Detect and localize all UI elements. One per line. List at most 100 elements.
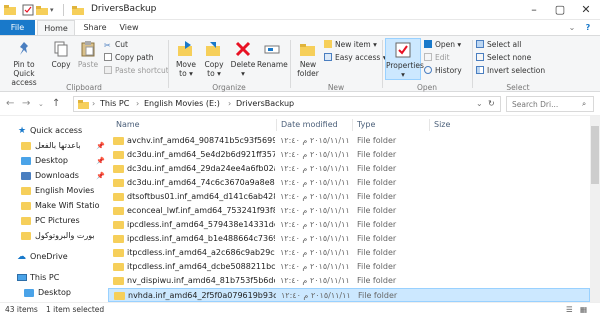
desktop-icon — [24, 289, 34, 297]
delete-button[interactable]: Delete ▾ — [230, 40, 256, 78]
nav-item-make-wifi-station[interactable]: Make Wifi Statio — [0, 199, 105, 213]
tab-home[interactable]: Home — [37, 20, 75, 35]
select-all-button[interactable]: Select all — [476, 40, 521, 50]
nav-item-this-pc-desktop[interactable]: Desktop — [0, 286, 105, 300]
history-button[interactable]: History — [424, 66, 462, 76]
nav-item-downloads[interactable]: Downloads 📌 — [0, 169, 105, 183]
file-type: File folder — [358, 291, 398, 300]
breadcrumb-current-folder[interactable]: DriversBackup — [236, 99, 294, 108]
delete-icon — [235, 41, 251, 57]
nav-item-this-pc[interactable]: This PC — [0, 271, 105, 285]
quick-access-dropdown-icon[interactable]: ▾ — [50, 3, 62, 17]
table-row[interactable]: dc3du.inf_amd64_5e4d2b6d921ff357 ٢٠١٥/١١/… — [108, 148, 590, 162]
nav-item-onedrive[interactable]: ☁ OneDrive — [0, 250, 105, 264]
open-button[interactable]: Open ▾ — [424, 40, 461, 50]
file-type: File folder — [357, 136, 397, 145]
nav-item-english-movies[interactable]: English Movies — [0, 184, 105, 198]
table-row[interactable]: itpcdless.inf_amd64_dcbe5088211bcb79 ٢٠١٥… — [108, 260, 590, 274]
new-folder-button[interactable]: New folder — [294, 40, 322, 78]
table-row[interactable]: nvhda.inf_amd64_2f5f0a079619b93c ٢٠١٥/١١/… — [108, 288, 590, 302]
breadcrumb-drive[interactable]: English Movies (E:) — [144, 99, 220, 108]
rename-button[interactable]: Rename — [257, 40, 288, 69]
nav-item-pc-pictures[interactable]: PC Pictures — [0, 214, 105, 228]
nav-item-quick-access[interactable]: ★ Quick access — [0, 124, 105, 138]
file-name: ipcdless.inf_amd64_b1e488664c736912 — [127, 234, 275, 243]
ribbon-collapse-icon[interactable]: ⌄ — [567, 20, 577, 35]
pin-to-quick-access-button[interactable]: Pin to Quick access — [2, 40, 46, 87]
table-row[interactable]: dc3du.inf_amd64_29da24ee4a6fb02a ٢٠١٥/١١/… — [108, 162, 590, 176]
properties-button[interactable]: Properties ▾ — [385, 38, 424, 80]
scrollbar-thumb[interactable] — [591, 126, 599, 184]
pin-icon: 📌 — [96, 172, 105, 180]
cut-button[interactable]: ✂ Cut — [104, 40, 128, 50]
file-name: dtsoftbus01.inf_amd64_d141c6ab4285e7b9 — [127, 192, 275, 201]
copy-path-button[interactable]: Copy path — [104, 53, 153, 63]
large-icons-view-icon[interactable]: ▦ — [580, 305, 587, 314]
move-to-button[interactable]: Move to ▾ — [172, 40, 200, 78]
edit-button[interactable]: Edit — [424, 53, 450, 63]
forward-arrow-icon[interactable]: → — [22, 98, 30, 109]
address-bar[interactable]: › This PC › English Movies (E:) › Driver… — [73, 96, 501, 112]
table-row[interactable]: dc3du.inf_amd64_74c6c3670a9a8e89 ٢٠١٥/١١/… — [108, 176, 590, 190]
column-header-size[interactable]: Size — [434, 120, 450, 129]
paste-shortcut-button[interactable]: Paste shortcut — [104, 66, 169, 76]
copy-path-icon — [104, 53, 112, 61]
invert-selection-button[interactable]: Invert selection — [476, 66, 545, 76]
tab-view[interactable]: View — [114, 20, 144, 35]
column-header-date-modified[interactable]: Date modified — [281, 120, 338, 129]
paste-button[interactable]: Paste — [75, 40, 101, 69]
maximize-button[interactable]: ▢ — [549, 0, 571, 20]
table-row[interactable]: itpcdless.inf_amd64_a2c686c9ab29cacf ٢٠١٥… — [108, 246, 590, 260]
properties-quick-icon[interactable] — [22, 3, 34, 17]
up-arrow-icon[interactable]: ↑ — [52, 98, 60, 109]
file-type: File folder — [357, 262, 397, 271]
table-row[interactable]: econceal_lwf.inf_amd64_753241f93f802022 ٢… — [108, 204, 590, 218]
recent-locations-icon[interactable]: ⌄ — [38, 100, 44, 108]
star-icon: ★ — [18, 126, 27, 136]
new-folder-quick-icon[interactable] — [36, 3, 48, 17]
select-none-icon — [476, 53, 484, 61]
search-input[interactable]: Search Dri... — [512, 100, 558, 109]
close-button[interactable]: ✕ — [575, 0, 597, 20]
table-row[interactable]: nv_dispiwu.inf_amd64_81b753f5b6dc2d8a ٢٠١… — [108, 274, 590, 288]
column-header-name[interactable]: Name — [116, 120, 140, 129]
easy-access-button[interactable]: Easy access ▾ — [324, 53, 387, 63]
minimize-button[interactable]: – — [523, 0, 545, 20]
column-header-type[interactable]: Type — [357, 120, 375, 129]
vertical-scrollbar[interactable] — [590, 116, 600, 302]
details-view-icon[interactable]: ☰ — [566, 305, 573, 314]
history-icon — [424, 66, 432, 74]
search-box[interactable]: Search Dri... ⌕ — [506, 96, 594, 112]
selection-count: 1 item selected — [46, 305, 105, 314]
file-list: Name Date modified Type Size avchv.inf_a… — [108, 116, 590, 302]
pin-icon: 📌 — [96, 157, 105, 165]
file-date: ٢٠١٥/١١/١١ م ١٢:٤٠ — [280, 164, 350, 173]
file-name: nvhda.inf_amd64_2f5f0a079619b93c — [128, 291, 276, 300]
folder-icon — [21, 142, 31, 150]
nav-item-arabic-folder[interactable]: ﺑﻮﺭﺕ ﻭﺍﻟﺒﺮﻭﺗﻮﻛﻮﻝ — [0, 229, 105, 243]
properties-icon — [395, 42, 411, 58]
table-row[interactable]: ipcdless.inf_amd64_b1e488664c736912 ٢٠١٥/… — [108, 232, 590, 246]
tab-file[interactable]: File — [0, 20, 35, 35]
desktop-icon — [21, 157, 31, 165]
table-row[interactable]: ipcdless.inf_amd64_579438e14331de5e ٢٠١٥/… — [108, 218, 590, 232]
nav-item-desktop[interactable]: Desktop 📌 — [0, 154, 105, 168]
back-arrow-icon[interactable]: ← — [6, 98, 14, 109]
ribbon-tabs: File Home Share View ⌄ ? — [0, 20, 600, 35]
tab-share[interactable]: Share — [78, 20, 112, 35]
table-row[interactable]: avchv.inf_amd64_908741b5c93f5699 ٢٠١٥/١١/… — [108, 134, 590, 148]
new-item-button[interactable]: New item ▾ — [324, 40, 377, 50]
file-type: File folder — [357, 276, 397, 285]
copy-button[interactable]: Copy — [48, 40, 74, 69]
select-none-button[interactable]: Select none — [476, 53, 531, 63]
address-dropdown-icon[interactable]: ⌄ — [476, 99, 483, 108]
table-row[interactable]: dtsoftbus01.inf_amd64_d141c6ab4285e7b9 ٢٠… — [108, 190, 590, 204]
file-type: File folder — [357, 234, 397, 243]
file-date: ٢٠١٥/١١/١١ م ١٢:٤٠ — [280, 206, 350, 215]
breadcrumb-this-pc[interactable]: This PC — [100, 99, 129, 108]
folder-icon — [113, 263, 124, 271]
help-icon[interactable]: ? — [582, 20, 594, 35]
copy-to-button[interactable]: Copy to ▾ — [200, 40, 228, 78]
nav-item-pinned-folder[interactable]: ﺑﺎﻋﺪﺗﻬﺎ ﺑﺎﻟﻔﻌﻞ 📌 — [0, 139, 105, 153]
refresh-icon[interactable]: ↻ — [488, 99, 495, 108]
